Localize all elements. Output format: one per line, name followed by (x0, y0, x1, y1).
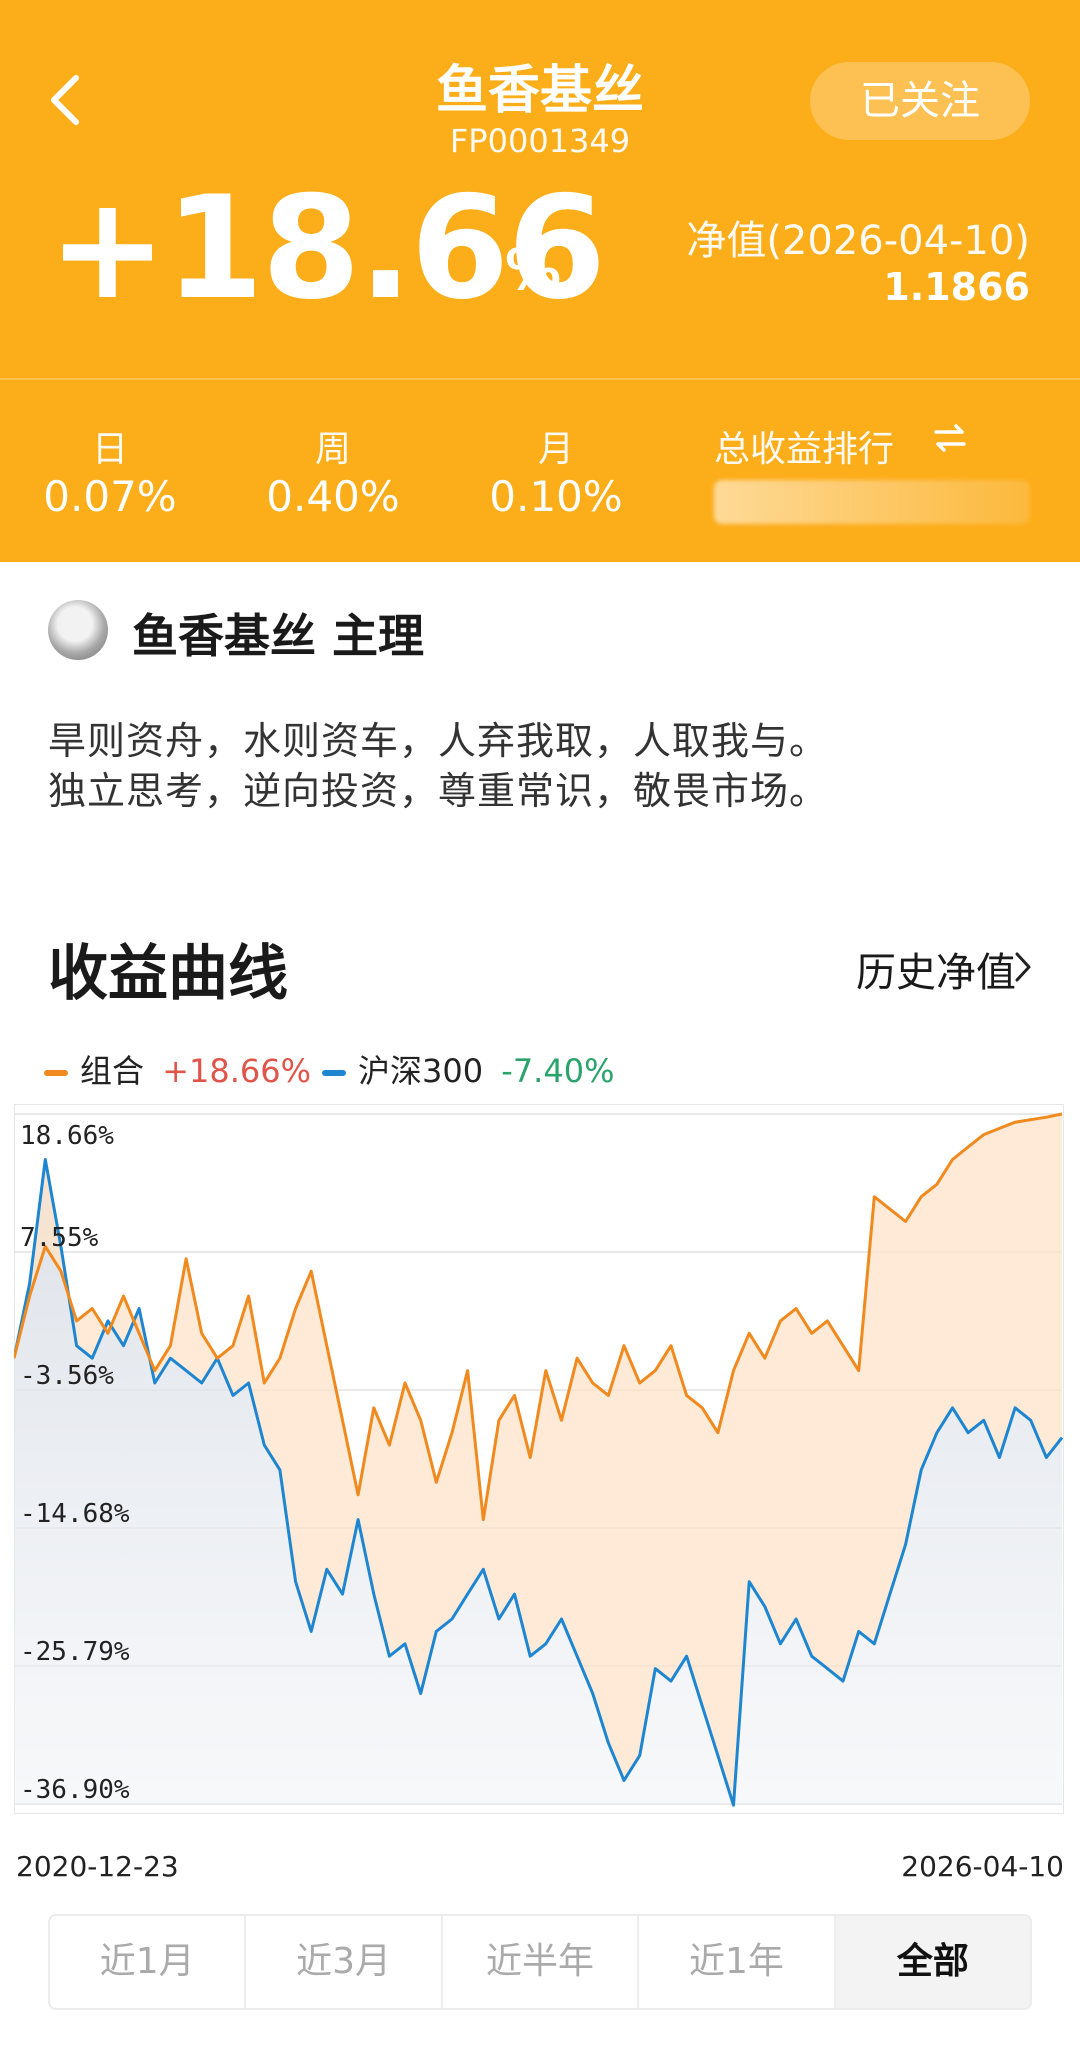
swap-icon[interactable] (932, 420, 968, 456)
rank-value-blurred (714, 480, 1030, 524)
motto-line: 独立思考，逆向投资，尊重常识，敬畏市场。 (48, 769, 829, 813)
author-name[interactable]: 鱼香基丝 主理 (132, 600, 424, 666)
y-tick-label: -25.79% (20, 1637, 130, 1667)
tab-1m[interactable]: 近1月 (50, 1916, 247, 2008)
x-end-label: 2026-04-10 (901, 1850, 1064, 1883)
legend-name: 组合 (80, 1052, 145, 1090)
stat-day-value: 0.07% (43, 472, 177, 521)
follow-button[interactable]: 已关注 (810, 62, 1030, 140)
legend-value: -7.40% (501, 1052, 615, 1090)
legend-item-csi300: 沪深300 -7.40% (322, 1046, 614, 1092)
tab-1y[interactable]: 近1年 (639, 1916, 836, 2008)
history-nav-link[interactable]: 历史净值 (856, 940, 1016, 998)
legend-value: +18.66% (162, 1052, 312, 1090)
nav-label: 净值(2026-04-10) (686, 218, 1030, 264)
chevron-right-icon[interactable] (1014, 950, 1032, 984)
stat-day-label: 日 (91, 429, 128, 470)
return-chart[interactable]: 18.66% 7.55% -3.56% -14.68% -25.79% -36.90% (12, 1104, 1064, 1814)
y-tick-label: 18.66% (20, 1121, 114, 1151)
period-tabs: 近1月 近3月 近半年 近1年 全部 (48, 1914, 1032, 2010)
return-chart-svg: 18.66% 7.55% -3.56% -14.68% -25.79% -36.90% (12, 1104, 1064, 1814)
avatar[interactable] (48, 600, 108, 660)
rank-label[interactable]: 总收益排行 (714, 420, 894, 472)
section-title: 收益曲线 (48, 939, 288, 1009)
nav-value: 1.1866 (883, 265, 1030, 309)
motto-line: 旱则资舟，水则资车，人弃我取，人取我与。 (48, 719, 829, 763)
tab-all[interactable]: 全部 (835, 1916, 1030, 2008)
legend-swatch (322, 1070, 346, 1076)
x-start-label: 2020-12-23 (16, 1850, 179, 1883)
tab-3m[interactable]: 近3月 (246, 1916, 443, 2008)
legend-item-portfolio: 组合 +18.66% (44, 1046, 311, 1092)
tab-6m[interactable]: 近半年 (443, 1916, 640, 2008)
stat-week-value: 0.40% (266, 472, 400, 521)
legend-name: 沪深300 (358, 1052, 484, 1090)
legend-swatch (44, 1070, 68, 1076)
fund-header: 鱼香基丝 FP0001349 已关注 +18.66 % 净值(2026-04-1… (0, 0, 1080, 562)
y-tick-label: -3.56% (20, 1361, 114, 1391)
stat-month-label: 月 (537, 429, 574, 470)
stat-week-label: 周 (314, 429, 351, 470)
y-tick-label: -36.90% (20, 1775, 130, 1805)
divider (0, 378, 1080, 380)
stat-month-value: 0.10% (489, 472, 623, 521)
y-tick-label: -14.68% (20, 1499, 130, 1529)
total-return-unit: % (505, 238, 562, 303)
y-tick-label: 7.55% (20, 1223, 99, 1253)
